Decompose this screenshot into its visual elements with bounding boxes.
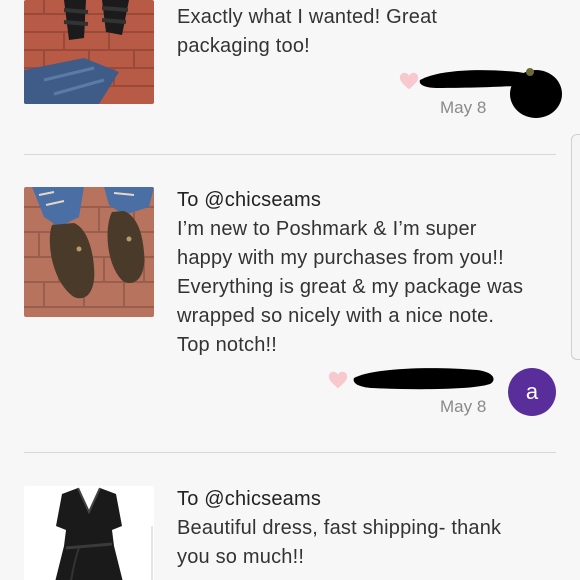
review-2-recipient[interactable]: To @chicseams	[177, 186, 557, 215]
review-3-item-image[interactable]	[24, 486, 154, 580]
scrollbar[interactable]	[571, 134, 580, 360]
review-1-date: May 8	[440, 98, 487, 117]
review-1-item-image[interactable]	[24, 0, 154, 104]
divider-2	[24, 452, 556, 453]
review-1-line-2: packaging too!	[177, 35, 310, 57]
reviews-feed: Exactly what I wanted! Great packaging t…	[0, 0, 580, 580]
review-3-text: To @chicseams Beautiful dress, fast ship…	[177, 485, 557, 572]
review-3-line-2: you so much!!	[177, 546, 305, 568]
review-1-heart-icon[interactable]	[398, 70, 420, 92]
review-2-line-3: Everything is great & my package was	[177, 276, 524, 298]
review-2-line-2: happy with my purchases from you!!	[177, 247, 504, 269]
review-2-heart-icon[interactable]	[327, 369, 349, 391]
review-3-line-1: Beautiful dress, fast shipping- thank	[177, 517, 502, 539]
review-2-username-redaction	[353, 368, 494, 390]
review-2-text: To @chicseams I’m new to Poshmark & I’m …	[177, 186, 557, 360]
review-2-avatar[interactable]: a	[508, 368, 556, 416]
review-2-line-5: Top notch!!	[177, 334, 278, 356]
review-1-line-1: Exactly what I wanted! Great	[177, 6, 438, 28]
divider-1	[24, 154, 556, 155]
review-2-line-4: wrapped so nicely with a nice note.	[177, 305, 495, 327]
review-3-recipient[interactable]: To @chicseams	[177, 485, 557, 514]
review-2-line-1: I’m new to Poshmark & I’m super	[177, 218, 477, 240]
review-2-date: May 8	[440, 397, 487, 416]
review-1-text: Exactly what I wanted! Great packaging t…	[177, 3, 557, 61]
review-2-item-image[interactable]	[24, 187, 154, 317]
